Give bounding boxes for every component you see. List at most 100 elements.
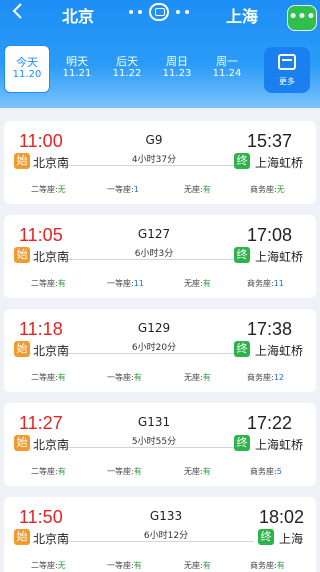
- date-value: 11.22: [112, 68, 142, 79]
- seat-first-class: 一等座:有: [107, 372, 142, 383]
- date-tab-monday[interactable]: 周一 11.24: [204, 45, 250, 93]
- seat-business-class: 商务座:11: [247, 278, 284, 289]
- header: 北京 上海 ••• 今天 11.20 明天 11.21 后天 11.22 周日 …: [0, 0, 320, 108]
- arrival-time: 17:08: [246, 225, 292, 245]
- to-city[interactable]: 上海: [226, 3, 258, 27]
- seat-business-class: 商务座:无: [250, 184, 285, 195]
- seat-second-class: 二等座:无: [31, 560, 66, 571]
- duration: 5小时55分: [131, 437, 177, 447]
- departure-time: 11:50: [19, 507, 63, 527]
- duration: 4小时37分: [131, 155, 177, 165]
- departure-time: 11:05: [19, 225, 63, 245]
- more-dots-icon[interactable]: •••: [287, 5, 317, 31]
- train-number: G133: [149, 509, 183, 523]
- departure-station: 北京南: [33, 250, 70, 264]
- seat-value: 无: [57, 561, 66, 570]
- arrival-station: 上海虹桥: [254, 250, 303, 264]
- train-card[interactable]: 11:05 G127 17:08 6小时3分 始 北京南 终 上海虹桥 二等座:…: [4, 215, 316, 298]
- calendar-icon: [278, 54, 296, 70]
- seat-value: 有: [202, 185, 211, 194]
- seat-value: 无: [57, 185, 66, 194]
- date-value: 11.23: [162, 68, 192, 79]
- date-value: 11.24: [212, 68, 242, 79]
- route-dot: [138, 10, 142, 14]
- seat-value: 有: [202, 467, 211, 476]
- seat-label: 商务座:: [250, 467, 277, 476]
- seat-standing: 无座:有: [184, 184, 211, 195]
- date-day: 周日: [166, 55, 188, 68]
- seat-label: 二等座:: [31, 373, 58, 382]
- back-arrow-svg: [12, 3, 22, 19]
- seat-value: 有: [57, 373, 66, 382]
- duration: 6小时3分: [134, 249, 174, 259]
- seat-label: 商务座:: [250, 561, 277, 570]
- seat-availability: 二等座:无 一等座:1 无座:有 商务座:无: [4, 184, 316, 198]
- date-day: 后天: [116, 55, 138, 68]
- seat-label: 无座:: [184, 467, 203, 476]
- seat-availability: 二等座:无 一等座:有 无座:有 商务座:有: [4, 560, 316, 572]
- seat-first-class: 一等座:11: [107, 278, 144, 289]
- arrival-time: 17:22: [246, 413, 292, 433]
- seat-availability: 二等座:有 一等座:有 无座:有 商务座:12: [4, 372, 316, 386]
- train-card[interactable]: 11:50 G133 18:02 6小时12分 始 北京南 终 上海 二等座:无…: [4, 497, 316, 572]
- departure-station: 北京南: [33, 438, 70, 452]
- departure-time: 11:27: [19, 413, 63, 433]
- start-badge: 始: [14, 341, 30, 357]
- seat-value: 5: [276, 467, 282, 476]
- route-line: [64, 353, 234, 354]
- from-city[interactable]: 北京: [62, 3, 94, 27]
- date-tab-today[interactable]: 今天 11.20: [4, 45, 50, 93]
- seat-business-class: 商务座:5: [250, 466, 282, 477]
- seat-second-class: 二等座:有: [31, 466, 66, 477]
- arrival-time: 15:37: [246, 131, 292, 151]
- seat-value: 有: [133, 561, 142, 570]
- seat-availability: 二等座:有 一等座:11 无座:有 商务座:11: [4, 278, 316, 292]
- seat-standing: 无座:有: [184, 560, 211, 571]
- route-line: [64, 165, 234, 166]
- train-number: G129: [137, 321, 171, 335]
- seat-value: 有: [133, 467, 142, 476]
- start-badge: 始: [14, 247, 30, 263]
- date-tab-day-after[interactable]: 后天 11.22: [104, 45, 150, 93]
- arrival-time: 17:38: [246, 319, 292, 339]
- date-day: 周一: [216, 55, 238, 68]
- seat-label: 无座:: [184, 561, 203, 570]
- date-tab-sunday[interactable]: 周日 11.23: [154, 45, 200, 93]
- arrival-station: 上海虹桥: [254, 344, 303, 358]
- calendar-more-label: 更多: [279, 77, 295, 86]
- arrival-station: 上海: [278, 532, 303, 546]
- arrival-time: 18:02: [258, 507, 304, 527]
- end-badge: 终: [258, 529, 274, 545]
- departure-time: 11:18: [19, 319, 63, 339]
- seat-label: 二等座:: [31, 279, 58, 288]
- seat-value: 有: [133, 373, 142, 382]
- train-card[interactable]: 11:27 G131 17:22 5小时55分 始 北京南 终 上海虹桥 二等座…: [4, 403, 316, 486]
- seat-first-class: 一等座:1: [107, 184, 139, 195]
- route-switch[interactable]: [126, 3, 192, 21]
- seat-value: 有: [202, 373, 211, 382]
- seat-label: 一等座:: [107, 561, 134, 570]
- seat-business-class: 商务座:12: [247, 372, 284, 383]
- departure-station: 北京南: [33, 344, 70, 358]
- seat-label: 二等座:: [31, 561, 58, 570]
- route-line: [64, 259, 234, 260]
- start-badge: 始: [14, 529, 30, 545]
- chevron-left-icon[interactable]: [6, 2, 28, 24]
- seat-value: 有: [276, 561, 285, 570]
- seat-label: 商务座:: [247, 373, 274, 382]
- route-dot: [129, 10, 133, 14]
- seat-business-class: 商务座:有: [250, 560, 285, 571]
- seat-label: 一等座:: [107, 467, 134, 476]
- departure-station: 北京南: [33, 156, 70, 170]
- end-badge: 终: [234, 247, 250, 263]
- train-card[interactable]: 11:00 G9 15:37 4小时37分 始 北京南 终 上海虹桥 二等座:无…: [4, 121, 316, 204]
- train-card[interactable]: 11:18 G129 17:38 6小时20分 始 北京南 终 上海虹桥 二等座…: [4, 309, 316, 392]
- date-day: 今天: [16, 56, 38, 69]
- route-dot: [176, 10, 180, 14]
- end-badge: 终: [234, 153, 250, 169]
- calendar-more-button[interactable]: 更多: [264, 47, 310, 93]
- start-badge: 始: [14, 435, 30, 451]
- date-tab-tomorrow[interactable]: 明天 11.21: [54, 45, 100, 93]
- train-number: G131: [137, 415, 171, 429]
- seat-label: 一等座:: [107, 279, 134, 288]
